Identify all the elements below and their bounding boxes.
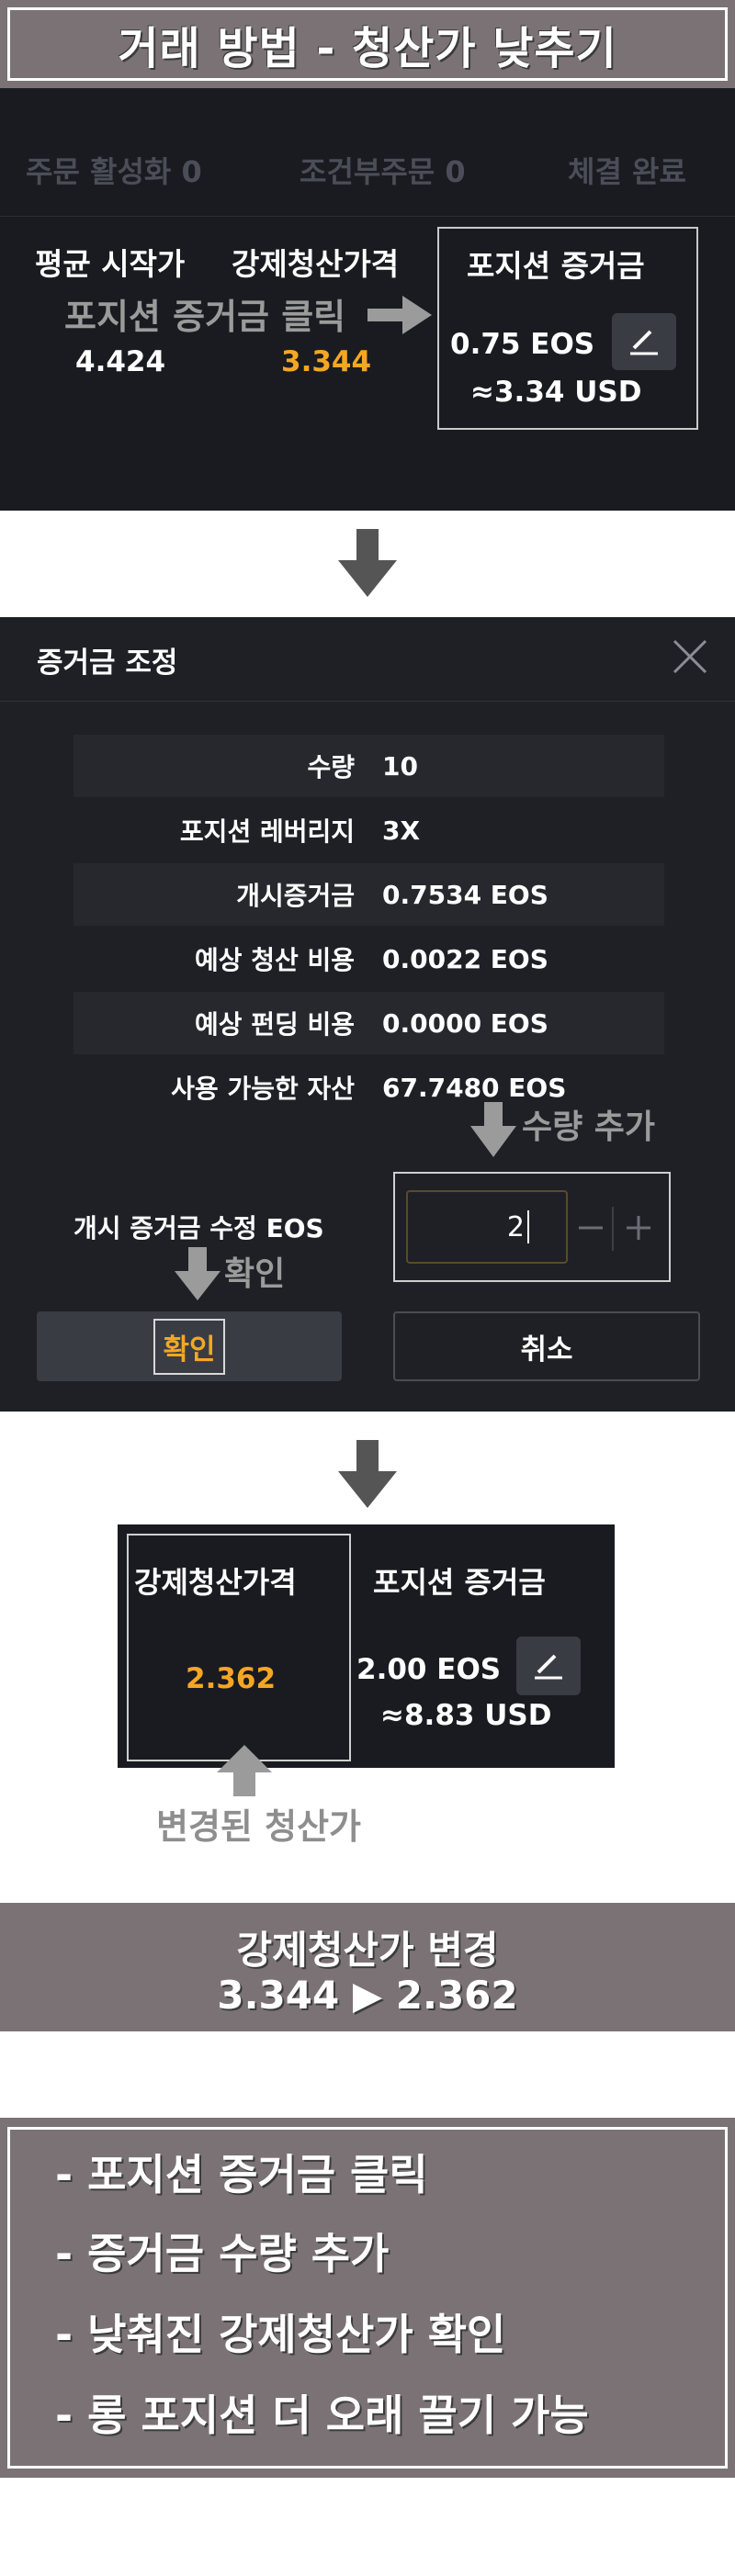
decrement-button[interactable]	[568, 1205, 614, 1251]
avg-price-value: 4.424	[75, 345, 166, 378]
tab-conditional-orders[interactable]: 조건부주문 0	[300, 149, 466, 191]
margin-usd-value: ≈8.83 USD	[380, 1699, 552, 1732]
row-label: 예상 펀딩 비용	[194, 1009, 355, 1040]
row-value: 10	[382, 750, 418, 782]
title-frame: 거래 방법 - 청산가 낮추기	[7, 7, 728, 81]
confirm-button[interactable]: 확인	[37, 1311, 342, 1381]
increment-button[interactable]	[616, 1205, 662, 1251]
down-arrow-icon	[470, 1102, 516, 1157]
dialog-header: 증거금 조정	[0, 617, 735, 702]
table-row: 개시증거금 0.7534 EOS	[74, 863, 664, 928]
arrow-right-icon	[368, 296, 432, 334]
table-row: 수량 10	[74, 735, 664, 799]
margin-eos-value: 0.75 EOS	[450, 328, 595, 361]
row-value: 3X	[382, 815, 421, 846]
title-banner: 거래 방법 - 청산가 낮추기	[0, 0, 735, 88]
cancel-label: 취소	[520, 1333, 573, 1367]
down-arrow-icon	[338, 529, 397, 597]
margin-label: 포지션 증거금	[373, 1565, 546, 1600]
position-panel: 주문 활성화 0 조건부주문 0 체결 완료 평균 시작가 강제청산가격 포지션…	[0, 88, 735, 511]
row-label: 포지션 레버리지	[179, 816, 355, 847]
liq-price-label: 강제청산가격	[232, 246, 400, 282]
pencil-icon	[535, 1654, 562, 1680]
table-row: 예상 청산 비용 0.0022 EOS	[74, 928, 664, 992]
row-label: 수량	[307, 752, 355, 782]
row-label: 사용 가능한 자산	[171, 1074, 355, 1104]
pencil-icon	[630, 330, 658, 355]
order-tabs: 주문 활성화 0 조건부주문 0 체결 완료	[0, 125, 735, 217]
row-value: 0.0022 EOS	[382, 943, 548, 974]
tab-filled[interactable]: 체결 완료	[568, 149, 686, 191]
step-item: - 롱 포지션 더 오래 끌기 가능	[55, 2390, 589, 2440]
margin-info-table: 수량 10 포지션 레버리지 3X 개시증거금 0.7534 EOS 예상 청산…	[74, 735, 664, 1120]
liq-price-value: 3.344	[281, 345, 372, 378]
dialog-title: 증거금 조정	[37, 647, 178, 680]
summary-line2: 3.344 ▶ 2.362	[217, 1973, 518, 2018]
input-value: 2	[506, 1210, 525, 1243]
row-label: 예상 청산 비용	[194, 945, 355, 975]
step-item: - 낮춰진 강제청산가 확인	[55, 2310, 506, 2359]
close-icon[interactable]	[669, 636, 711, 678]
edit-margin-button[interactable]	[612, 313, 676, 370]
row-label: 개시증거금	[236, 881, 355, 911]
result-panel: 강제청산가격 2.362 포지션 증거금 2.00 EOS ≈8.83 USD	[118, 1524, 615, 1768]
down-arrow-icon	[175, 1247, 220, 1300]
cancel-button[interactable]: 취소	[393, 1311, 700, 1381]
margin-usd-value: ≈3.34 USD	[470, 376, 642, 409]
adjust-margin-label: 개시 증거금 수정 EOS	[74, 1213, 324, 1243]
summary-banner: 강제청산가 변경 3.344 ▶ 2.362	[0, 1903, 735, 2031]
step-item: - 증거금 수량 추가	[55, 2229, 390, 2278]
margin-label: 포지션 증거금	[467, 248, 645, 284]
click-margin-annotation: 포지션 증거금 클릭	[64, 297, 346, 337]
step-item: - 포지션 증거금 클릭	[55, 2150, 428, 2199]
steps-banner: - 포지션 증거금 클릭 - 증거금 수량 추가 - 낮춰진 강제청산가 확인 …	[0, 2118, 735, 2478]
table-row: 예상 펀딩 비용 0.0000 EOS	[74, 992, 664, 1056]
plus-icon	[627, 1216, 650, 1240]
up-arrow-icon	[217, 1745, 272, 1796]
summary-line1: 강제청산가 변경	[236, 1928, 499, 1973]
tab-active-orders[interactable]: 주문 활성화 0	[26, 149, 202, 191]
changed-liq-annotation: 변경된 청산가	[156, 1806, 361, 1847]
edit-margin-button[interactable]	[516, 1637, 581, 1695]
stepper-divider	[612, 1207, 614, 1251]
liq-price-label: 강제청산가격	[134, 1565, 297, 1600]
table-row: 포지션 레버리지 3X	[74, 799, 664, 863]
page-title: 거래 방법 - 청산가 낮추기	[118, 23, 617, 74]
margin-adjust-dialog: 증거금 조정 수량 10 포지션 레버리지 3X 개시증거금 0.7534 EO…	[0, 617, 735, 1412]
confirm-annotation: 확인	[224, 1255, 286, 1293]
avg-price-label: 평균 시작가	[35, 246, 186, 282]
liq-price-value: 2.362	[186, 1662, 277, 1695]
margin-highlight-box[interactable]: 포지션 증거금 0.75 EOS ≈3.34 USD	[437, 227, 698, 430]
row-value: 0.7534 EOS	[382, 879, 548, 910]
confirm-label: 확인	[153, 1318, 225, 1375]
text-caret	[527, 1210, 529, 1243]
margin-eos-value: 2.00 EOS	[356, 1653, 502, 1686]
row-value: 67.7480 EOS	[382, 1072, 567, 1103]
add-quantity-annotation: 수량 추가	[522, 1108, 656, 1146]
row-value: 0.0000 EOS	[382, 1007, 548, 1039]
down-arrow-icon	[338, 1440, 397, 1508]
margin-amount-input[interactable]: 2	[406, 1190, 568, 1264]
minus-icon	[579, 1226, 603, 1230]
